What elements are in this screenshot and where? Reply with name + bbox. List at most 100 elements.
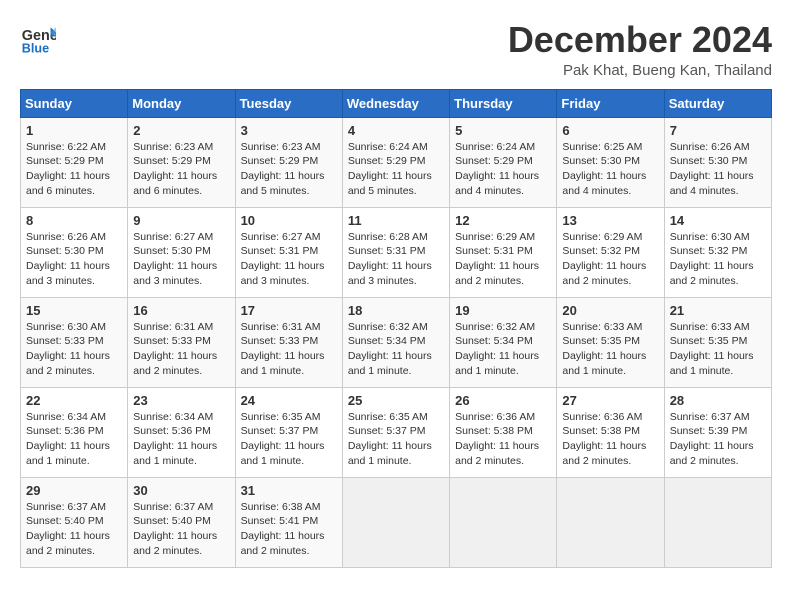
cell-info: Sunrise: 6:24 AMSunset: 5:29 PMDaylight:…: [348, 141, 432, 197]
day-number: 16: [133, 303, 229, 318]
calendar-cell: 9 Sunrise: 6:27 AMSunset: 5:30 PMDayligh…: [128, 207, 235, 297]
day-number: 29: [26, 483, 122, 498]
calendar-week-2: 8 Sunrise: 6:26 AMSunset: 5:30 PMDayligh…: [21, 207, 772, 297]
calendar-cell: 7 Sunrise: 6:26 AMSunset: 5:30 PMDayligh…: [664, 117, 771, 207]
calendar-cell: [342, 477, 449, 567]
cell-info: Sunrise: 6:31 AMSunset: 5:33 PMDaylight:…: [133, 321, 217, 377]
day-number: 7: [670, 123, 766, 138]
logo: General Blue: [20, 20, 56, 56]
day-number: 10: [241, 213, 337, 228]
cell-info: Sunrise: 6:29 AMSunset: 5:31 PMDaylight:…: [455, 231, 539, 287]
cell-info: Sunrise: 6:33 AMSunset: 5:35 PMDaylight:…: [562, 321, 646, 377]
day-number: 26: [455, 393, 551, 408]
cell-info: Sunrise: 6:24 AMSunset: 5:29 PMDaylight:…: [455, 141, 539, 197]
calendar-cell: 12 Sunrise: 6:29 AMSunset: 5:31 PMDaylig…: [450, 207, 557, 297]
cell-info: Sunrise: 6:30 AMSunset: 5:33 PMDaylight:…: [26, 321, 110, 377]
day-number: 21: [670, 303, 766, 318]
day-number: 30: [133, 483, 229, 498]
calendar-cell: 14 Sunrise: 6:30 AMSunset: 5:32 PMDaylig…: [664, 207, 771, 297]
calendar-week-3: 15 Sunrise: 6:30 AMSunset: 5:33 PMDaylig…: [21, 297, 772, 387]
day-header-friday: Friday: [557, 89, 664, 117]
cell-info: Sunrise: 6:37 AMSunset: 5:40 PMDaylight:…: [133, 501, 217, 557]
day-number: 11: [348, 213, 444, 228]
cell-info: Sunrise: 6:36 AMSunset: 5:38 PMDaylight:…: [562, 411, 646, 467]
logo-icon: General Blue: [20, 20, 56, 56]
calendar-cell: 31 Sunrise: 6:38 AMSunset: 5:41 PMDaylig…: [235, 477, 342, 567]
day-number: 25: [348, 393, 444, 408]
calendar-cell: 19 Sunrise: 6:32 AMSunset: 5:34 PMDaylig…: [450, 297, 557, 387]
cell-info: Sunrise: 6:27 AMSunset: 5:30 PMDaylight:…: [133, 231, 217, 287]
day-number: 14: [670, 213, 766, 228]
calendar-cell: [664, 477, 771, 567]
day-number: 17: [241, 303, 337, 318]
cell-info: Sunrise: 6:23 AMSunset: 5:29 PMDaylight:…: [133, 141, 217, 197]
cell-info: Sunrise: 6:34 AMSunset: 5:36 PMDaylight:…: [133, 411, 217, 467]
cell-info: Sunrise: 6:22 AMSunset: 5:29 PMDaylight:…: [26, 141, 110, 197]
day-number: 1: [26, 123, 122, 138]
cell-info: Sunrise: 6:38 AMSunset: 5:41 PMDaylight:…: [241, 501, 325, 557]
calendar-cell: 13 Sunrise: 6:29 AMSunset: 5:32 PMDaylig…: [557, 207, 664, 297]
day-number: 31: [241, 483, 337, 498]
calendar-cell: 15 Sunrise: 6:30 AMSunset: 5:33 PMDaylig…: [21, 297, 128, 387]
calendar-cell: 28 Sunrise: 6:37 AMSunset: 5:39 PMDaylig…: [664, 387, 771, 477]
calendar-cell: [450, 477, 557, 567]
cell-info: Sunrise: 6:32 AMSunset: 5:34 PMDaylight:…: [348, 321, 432, 377]
calendar-cell: 1 Sunrise: 6:22 AMSunset: 5:29 PMDayligh…: [21, 117, 128, 207]
calendar-cell: 22 Sunrise: 6:34 AMSunset: 5:36 PMDaylig…: [21, 387, 128, 477]
day-number: 9: [133, 213, 229, 228]
calendar-week-5: 29 Sunrise: 6:37 AMSunset: 5:40 PMDaylig…: [21, 477, 772, 567]
day-number: 23: [133, 393, 229, 408]
day-number: 24: [241, 393, 337, 408]
calendar-cell: 5 Sunrise: 6:24 AMSunset: 5:29 PMDayligh…: [450, 117, 557, 207]
cell-info: Sunrise: 6:34 AMSunset: 5:36 PMDaylight:…: [26, 411, 110, 467]
cell-info: Sunrise: 6:27 AMSunset: 5:31 PMDaylight:…: [241, 231, 325, 287]
day-header-sunday: Sunday: [21, 89, 128, 117]
day-number: 2: [133, 123, 229, 138]
day-header-tuesday: Tuesday: [235, 89, 342, 117]
cell-info: Sunrise: 6:30 AMSunset: 5:32 PMDaylight:…: [670, 231, 754, 287]
calendar-cell: 20 Sunrise: 6:33 AMSunset: 5:35 PMDaylig…: [557, 297, 664, 387]
calendar-cell: 21 Sunrise: 6:33 AMSunset: 5:35 PMDaylig…: [664, 297, 771, 387]
page-header: General Blue December 2024 Pak Khat, Bue…: [20, 20, 772, 79]
day-number: 8: [26, 213, 122, 228]
calendar-cell: 30 Sunrise: 6:37 AMSunset: 5:40 PMDaylig…: [128, 477, 235, 567]
calendar-cell: 11 Sunrise: 6:28 AMSunset: 5:31 PMDaylig…: [342, 207, 449, 297]
calendar-header-row: SundayMondayTuesdayWednesdayThursdayFrid…: [21, 89, 772, 117]
calendar-cell: 24 Sunrise: 6:35 AMSunset: 5:37 PMDaylig…: [235, 387, 342, 477]
cell-info: Sunrise: 6:26 AMSunset: 5:30 PMDaylight:…: [26, 231, 110, 287]
title-block: December 2024 Pak Khat, Bueng Kan, Thail…: [508, 20, 772, 79]
cell-info: Sunrise: 6:36 AMSunset: 5:38 PMDaylight:…: [455, 411, 539, 467]
cell-info: Sunrise: 6:37 AMSunset: 5:40 PMDaylight:…: [26, 501, 110, 557]
calendar-cell: 26 Sunrise: 6:36 AMSunset: 5:38 PMDaylig…: [450, 387, 557, 477]
calendar-cell: 18 Sunrise: 6:32 AMSunset: 5:34 PMDaylig…: [342, 297, 449, 387]
calendar-cell: 8 Sunrise: 6:26 AMSunset: 5:30 PMDayligh…: [21, 207, 128, 297]
day-number: 28: [670, 393, 766, 408]
cell-info: Sunrise: 6:23 AMSunset: 5:29 PMDaylight:…: [241, 141, 325, 197]
calendar-week-4: 22 Sunrise: 6:34 AMSunset: 5:36 PMDaylig…: [21, 387, 772, 477]
calendar-cell: 4 Sunrise: 6:24 AMSunset: 5:29 PMDayligh…: [342, 117, 449, 207]
day-number: 20: [562, 303, 658, 318]
day-number: 22: [26, 393, 122, 408]
day-header-thursday: Thursday: [450, 89, 557, 117]
cell-info: Sunrise: 6:25 AMSunset: 5:30 PMDaylight:…: [562, 141, 646, 197]
svg-text:Blue: Blue: [22, 41, 49, 55]
day-number: 27: [562, 393, 658, 408]
calendar-cell: 10 Sunrise: 6:27 AMSunset: 5:31 PMDaylig…: [235, 207, 342, 297]
day-number: 5: [455, 123, 551, 138]
calendar-cell: 25 Sunrise: 6:35 AMSunset: 5:37 PMDaylig…: [342, 387, 449, 477]
day-number: 3: [241, 123, 337, 138]
calendar-cell: 27 Sunrise: 6:36 AMSunset: 5:38 PMDaylig…: [557, 387, 664, 477]
day-number: 13: [562, 213, 658, 228]
day-number: 6: [562, 123, 658, 138]
day-number: 19: [455, 303, 551, 318]
cell-info: Sunrise: 6:37 AMSunset: 5:39 PMDaylight:…: [670, 411, 754, 467]
cell-info: Sunrise: 6:32 AMSunset: 5:34 PMDaylight:…: [455, 321, 539, 377]
calendar-cell: 23 Sunrise: 6:34 AMSunset: 5:36 PMDaylig…: [128, 387, 235, 477]
day-header-monday: Monday: [128, 89, 235, 117]
month-title: December 2024: [508, 20, 772, 60]
day-header-saturday: Saturday: [664, 89, 771, 117]
calendar-cell: 17 Sunrise: 6:31 AMSunset: 5:33 PMDaylig…: [235, 297, 342, 387]
calendar-cell: 29 Sunrise: 6:37 AMSunset: 5:40 PMDaylig…: [21, 477, 128, 567]
calendar-cell: [557, 477, 664, 567]
cell-info: Sunrise: 6:28 AMSunset: 5:31 PMDaylight:…: [348, 231, 432, 287]
